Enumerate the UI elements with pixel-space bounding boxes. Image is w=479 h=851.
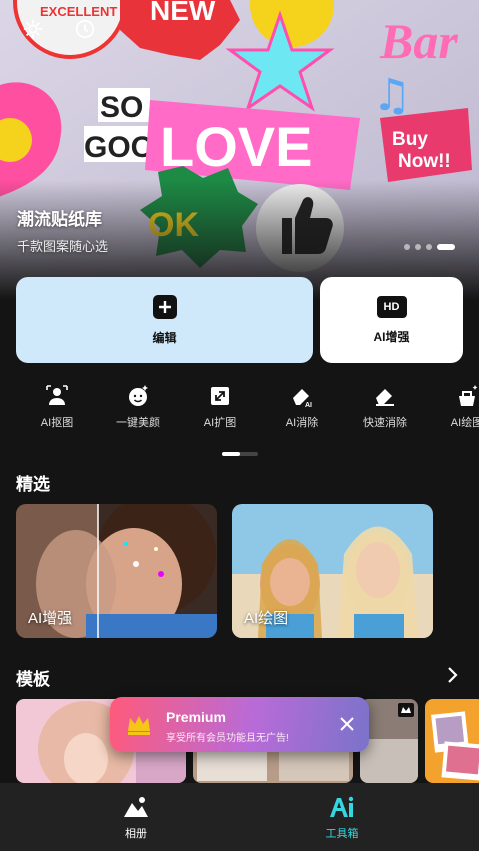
featured-title: 精选 (16, 475, 50, 494)
sticker-buy-text: Buy (392, 129, 428, 150)
sticker-new-text: NEW (150, 0, 216, 26)
tool-quick-remove[interactable]: 快速消除 (350, 384, 420, 430)
settings-icon[interactable] (22, 18, 44, 40)
tool-label: AI绘图 (450, 417, 479, 429)
face-beauty-icon (129, 385, 148, 406)
nav-toolbox[interactable]: 工具箱 (302, 795, 382, 841)
nav-toolbox-label: 工具箱 (325, 828, 359, 840)
eraser-icon (376, 389, 394, 406)
ai-enhance-card[interactable]: HD AI增强 (320, 277, 463, 363)
tool-label: AI抠图 (40, 417, 74, 429)
featured-card-ai-draw[interactable]: AI绘图 (232, 504, 433, 638)
premium-banner[interactable]: Premium 享受所有会员功能且无广告! (110, 697, 369, 752)
edit-label: 编辑 (152, 330, 177, 345)
hero-subtitle: 千款图案随心选 (17, 239, 109, 254)
tool-label: AI扩图 (203, 417, 237, 429)
carousel-dots (404, 244, 455, 250)
bottom-nav: 相册 工具箱 (0, 783, 479, 851)
hero-banner[interactable]: EXCELLENT NEW ♫ Bar SO GOOD LOVE Buy Now… (0, 0, 479, 300)
tool-label: 一键美颜 (116, 417, 160, 429)
tool-label: AI消除 (285, 417, 319, 429)
plus-icon (152, 294, 177, 319)
tool-ai-remove[interactable]: AI AI消除 (267, 384, 337, 430)
ai-enhance-label: AI增强 (373, 329, 410, 344)
tools-row[interactable]: AI抠图 一键美颜 AI扩图 AI AI消除 快速消除 AI绘图 (0, 384, 479, 434)
album-icon (124, 797, 148, 817)
ai-draw-icon (459, 385, 478, 406)
crown-icon (128, 716, 150, 735)
sticker-barbie-text: Bar (379, 13, 458, 69)
tool-label: 快速消除 (363, 417, 407, 429)
premium-title: Premium (166, 709, 226, 725)
tool-ai-draw[interactable]: AI绘图 (432, 384, 479, 430)
sticker-excellent-text: EXCELLENT (40, 4, 117, 19)
sticker-now-text: Now!! (398, 151, 451, 172)
carousel-dot[interactable] (404, 244, 410, 250)
hero-title: 潮流贴纸库 (17, 210, 102, 229)
tool-beauty[interactable]: 一键美颜 (103, 384, 173, 430)
tool-ai-cutout[interactable]: AI抠图 (22, 384, 92, 430)
premium-subtitle: 享受所有会员功能且无广告! (166, 733, 289, 744)
carousel-dot-active[interactable] (437, 244, 455, 250)
featured-card-ai-enhance[interactable]: AI增强 (16, 504, 217, 638)
carousel-dot[interactable] (415, 244, 421, 250)
svg-text:♫: ♫ (372, 70, 411, 121)
carousel-dot[interactable] (426, 244, 432, 250)
featured-label: AI增强 (28, 610, 73, 627)
close-icon[interactable] (337, 714, 357, 734)
history-icon[interactable] (74, 18, 96, 40)
templates-title: 模板 (16, 670, 50, 689)
chevron-right-icon[interactable] (444, 666, 460, 684)
ai-eraser-icon: AI (293, 389, 312, 408)
tools-scroll-indicator (222, 452, 258, 456)
hd-icon: HD (376, 295, 407, 318)
person-cutout-icon (46, 385, 68, 405)
tool-ai-expand[interactable]: AI扩图 (185, 384, 255, 430)
edit-card[interactable]: 编辑 (16, 277, 313, 363)
sticker-so-text: SO (100, 91, 143, 124)
svg-text:AI: AI (305, 402, 312, 408)
featured-label: AI绘图 (244, 610, 289, 627)
template-card[interactable] (425, 699, 479, 783)
expand-icon (211, 387, 229, 405)
toolbox-ai-icon (330, 796, 354, 817)
nav-album-label: 相册 (125, 828, 147, 840)
nav-album[interactable]: 相册 (96, 795, 176, 841)
template-polaroid-image (425, 699, 479, 783)
